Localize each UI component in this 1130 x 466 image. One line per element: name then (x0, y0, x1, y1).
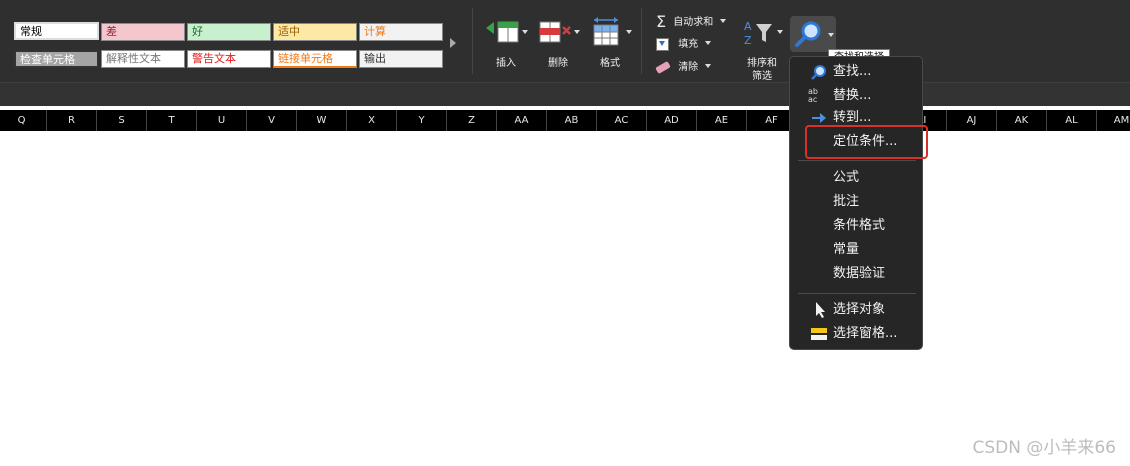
menu-item-replace-label: 替换... (833, 88, 872, 103)
fill-down-icon (656, 37, 669, 51)
sort-filter-label-2: 筛选 (752, 71, 772, 82)
autosum-button[interactable]: Σ 自动求和 (656, 12, 727, 31)
insert-icon (486, 21, 519, 43)
style-warning-text[interactable]: 警告文本 (187, 50, 271, 68)
menu-item-formulas[interactable]: 公式 (790, 167, 922, 189)
style-neutral[interactable]: 适中 (273, 23, 357, 41)
selection-pane-icon (811, 328, 827, 340)
ribbon-divider (472, 8, 473, 74)
format-icon (593, 17, 619, 46)
column-header-w[interactable]: W (297, 110, 347, 131)
column-header-u[interactable]: U (197, 110, 247, 131)
column-header-aa[interactable]: AA (497, 110, 547, 131)
autosum-caret-icon (720, 19, 727, 23)
menu-item-data-validation[interactable]: 数据验证 (790, 263, 922, 285)
goto-special-highlight (805, 125, 928, 159)
column-header-t[interactable]: T (147, 110, 197, 131)
menu-item-replace[interactable]: ab ac 替换... (790, 85, 922, 107)
svg-text:A: A (744, 20, 752, 33)
sort-filter-button[interactable]: A Z 排序和 筛选 (740, 16, 784, 82)
watermark: CSDN @小羊来66 (972, 438, 1116, 458)
menu-item-formulas-label: 公式 (833, 170, 860, 185)
delete-caret-icon (574, 30, 580, 34)
menu-item-select-objects-label: 选择对象 (833, 302, 886, 317)
style-linked-cell[interactable]: 链接单元格 (273, 50, 357, 68)
column-header-row: QRSTUVWXYZAAABACADAEAFAGAHAIAJAKALAM (0, 110, 1130, 131)
menu-item-constants[interactable]: 常量 (790, 239, 922, 261)
menu-item-data-validation-label: 数据验证 (833, 266, 886, 281)
autosum-label: 自动求和 (673, 17, 714, 28)
column-header-ad[interactable]: AD (647, 110, 697, 131)
magnifier-icon (795, 21, 821, 47)
style-explanatory-text[interactable]: 解释性文本 (101, 50, 185, 68)
menu-item-conditional-formatting-label: 条件格式 (833, 218, 886, 233)
replace-icon: ab ac (808, 87, 818, 104)
delete-button[interactable]: 删除 (534, 16, 582, 72)
menu-item-comments[interactable]: 批注 (790, 191, 922, 213)
cursor-arrow-icon (816, 302, 825, 318)
column-header-r[interactable]: R (47, 110, 97, 131)
style-output[interactable]: 输出 (359, 50, 443, 68)
style-bad[interactable]: 差 (101, 23, 185, 41)
menu-item-constants-label: 常量 (833, 242, 860, 257)
find-icon (811, 65, 826, 80)
style-normal[interactable]: 常规 (14, 22, 99, 40)
delete-label: 删除 (548, 58, 568, 69)
sort-filter-icon: A Z (744, 20, 772, 47)
column-header-aj[interactable]: AJ (947, 110, 997, 131)
sort-filter-caret-icon (777, 30, 783, 34)
column-header-ab[interactable]: AB (547, 110, 597, 131)
menu-item-selection-pane[interactable]: 选择窗格... (790, 323, 922, 345)
column-header-v[interactable]: V (247, 110, 297, 131)
fill-button[interactable]: 填充 (656, 37, 712, 53)
style-good[interactable]: 好 (187, 23, 271, 41)
find-select-caret-icon (828, 33, 834, 37)
style-calculation[interactable]: 计算 (359, 23, 443, 41)
svg-text:Z: Z (744, 34, 752, 47)
find-select-menu: 查找... ab ac 替换... 转到... 定位条件... 公式 批注 条件… (789, 56, 923, 350)
menu-item-select-objects[interactable]: 选择对象 (790, 299, 922, 321)
gallery-expand-arrow-icon[interactable] (450, 38, 456, 48)
arrow-right-icon (812, 113, 826, 123)
column-header-s[interactable]: S (97, 110, 147, 131)
clear-button[interactable]: 清除 (655, 60, 712, 76)
column-header-z[interactable]: Z (447, 110, 497, 131)
insert-caret-icon (522, 30, 528, 34)
column-header-ae[interactable]: AE (697, 110, 747, 131)
find-select-button[interactable] (790, 16, 836, 52)
ribbon: 常规 差 好 适中 计算 检查单元格 解释性文本 警告文本 链接单元格 输出 插… (0, 0, 1130, 82)
column-header-am[interactable]: AM (1097, 110, 1130, 131)
menu-item-find[interactable]: 查找... (790, 61, 922, 83)
column-header-al[interactable]: AL (1047, 110, 1097, 131)
menu-item-find-label: 查找... (833, 64, 872, 79)
column-header-ak[interactable]: AK (997, 110, 1047, 131)
delete-icon (539, 21, 571, 43)
formula-bar[interactable] (0, 82, 1130, 107)
column-header-y[interactable]: Y (397, 110, 447, 131)
clear-label: 清除 (678, 62, 699, 73)
format-button[interactable]: 格式 (586, 16, 634, 72)
style-check-cell[interactable]: 检查单元格 (14, 50, 99, 68)
fill-caret-icon (705, 41, 712, 45)
insert-button[interactable]: 插入 (482, 16, 530, 72)
ribbon-divider (641, 8, 642, 74)
menu-item-comments-label: 批注 (833, 194, 860, 209)
fill-label: 填充 (678, 39, 699, 50)
format-caret-icon (626, 30, 632, 34)
format-label: 格式 (600, 58, 620, 69)
menu-item-selection-pane-label: 选择窗格... (833, 326, 898, 341)
column-header-q[interactable]: Q (0, 110, 47, 131)
clear-caret-icon (705, 64, 712, 68)
divider (0, 106, 1130, 109)
insert-label: 插入 (496, 58, 516, 69)
menu-item-conditional-formatting[interactable]: 条件格式 (790, 215, 922, 237)
menu-separator (798, 160, 916, 161)
menu-separator (798, 293, 916, 294)
column-header-x[interactable]: X (347, 110, 397, 131)
column-header-ac[interactable]: AC (597, 110, 647, 131)
eraser-icon (655, 60, 671, 74)
sigma-icon: Σ (656, 12, 667, 31)
